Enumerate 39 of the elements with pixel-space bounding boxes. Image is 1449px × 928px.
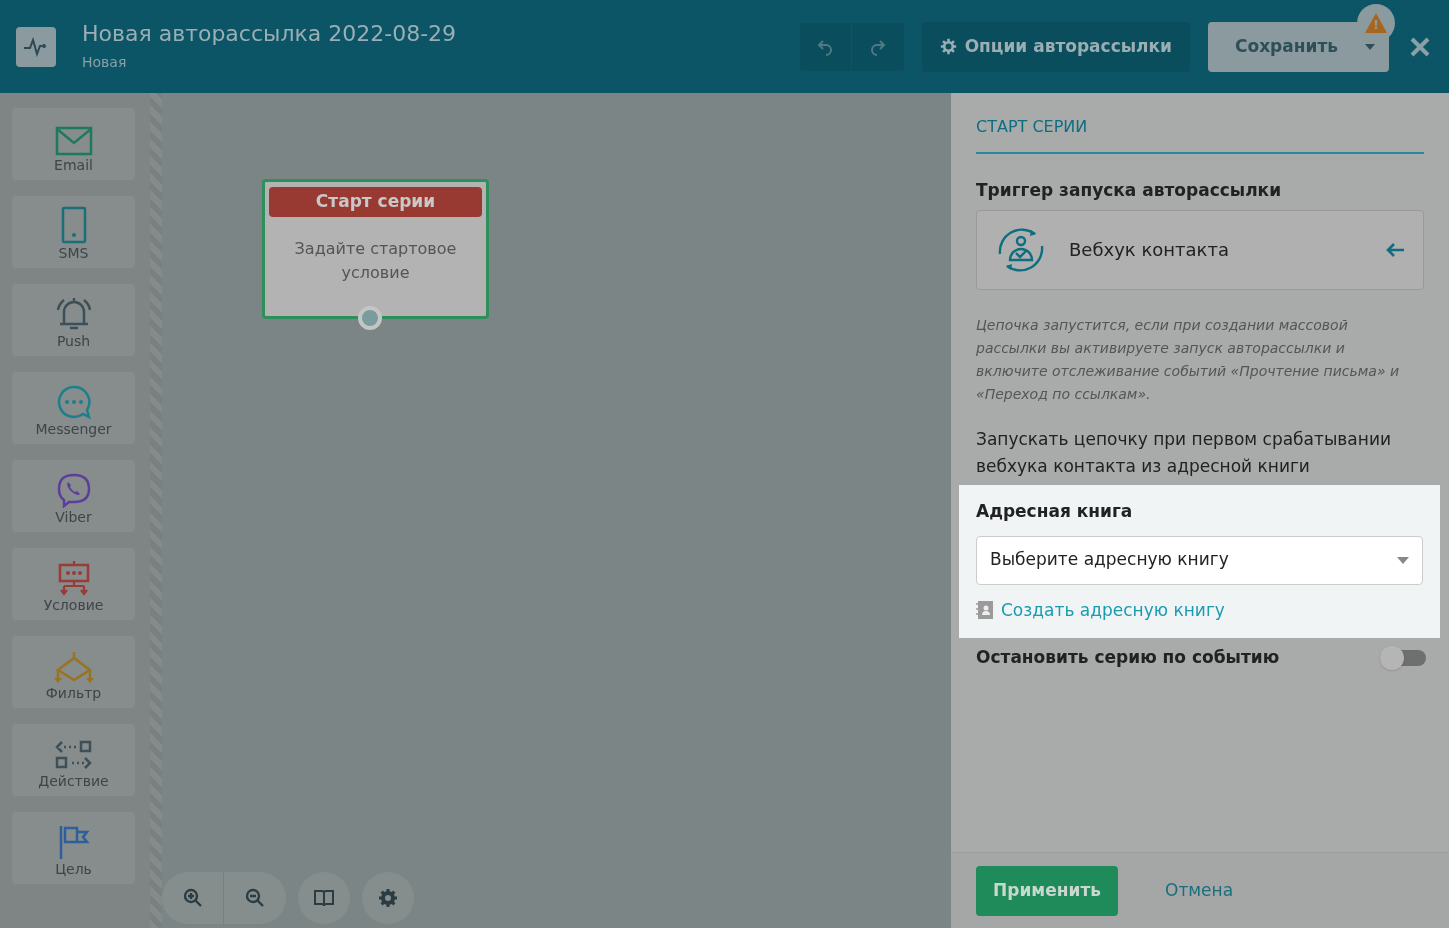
palette-tile[interactable]: Цель: [12, 812, 135, 884]
field-label: Адресная книга: [976, 500, 1134, 523]
book-icon[interactable]: [298, 872, 350, 924]
palette-tile[interactable]: Viber: [12, 460, 135, 532]
description-text: Цепочка запустится, если при создании массовой рассылки вы активируете запуск авторассылки и включите отслеживание событий «Прочтение письма» и «Переход по ссылкам».: [976, 315, 1401, 404]
select-placeholder: Выберите адресную книгу: [990, 548, 1230, 572]
options-button[interactable]: Опции авторассылки: [921, 21, 1190, 72]
status-subtitle: Новая: [82, 52, 128, 72]
apply-button[interactable]: Применить: [976, 865, 1118, 916]
palette-tile[interactable]: Push: [12, 284, 135, 356]
address-book-select[interactable]: Выберите адресную книгу: [976, 535, 1423, 585]
settings-icon[interactable]: [362, 872, 414, 924]
palette-tile[interactable]: Messenger: [12, 372, 135, 444]
note-text: Запускать цепочку при первом срабатывании вебхука контакта из адресной книги: [976, 427, 1392, 478]
pulse-logo-icon: [16, 26, 56, 67]
create-link[interactable]: Создать адресную книгу: [1001, 597, 1225, 623]
trigger-name: Вебхук контакта: [1069, 238, 1229, 262]
palette-tile[interactable]: Действие: [12, 724, 135, 796]
undo-icon: [818, 39, 833, 56]
connector-handle[interactable]: [358, 306, 382, 330]
palette-tile[interactable]: Email: [12, 108, 135, 180]
palette-tile[interactable]: SMS: [12, 196, 135, 268]
back-arrow-icon[interactable]: [1385, 241, 1405, 258]
start-node[interactable]: Старт серии Задайте стартовое условие: [262, 179, 489, 319]
toggle-label: Остановить серию по событию: [976, 646, 1281, 669]
node-text: Задайте стартовое условие: [293, 238, 458, 284]
trigger-card[interactable]: Вебхук контакта: [976, 209, 1424, 290]
section-title: СТАРТ СЕРИИ: [976, 115, 1424, 154]
field-label: Триггер запуска авторассылки: [976, 179, 1283, 202]
cancel-button[interactable]: Отмена: [1165, 877, 1234, 904]
page-title: Новая авторассылка 2022-08-29: [82, 20, 457, 48]
caret-icon: [1397, 556, 1409, 564]
close-icon[interactable]: [1409, 35, 1431, 58]
palette-tile[interactable]: Фильтр: [12, 636, 135, 708]
palette-tile[interactable]: Условие: [12, 548, 135, 620]
node-header: Старт серии: [269, 187, 482, 217]
gear-icon: [939, 38, 957, 55]
contact-book-icon: [976, 600, 993, 621]
redo-icon: [870, 39, 885, 56]
